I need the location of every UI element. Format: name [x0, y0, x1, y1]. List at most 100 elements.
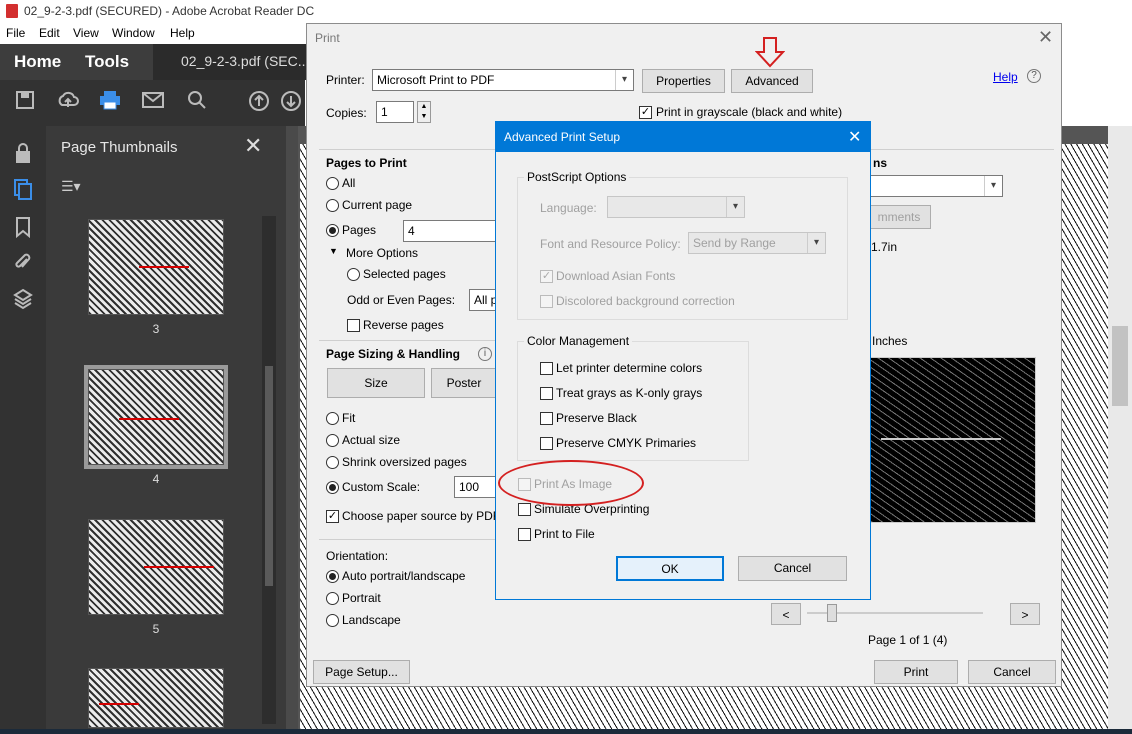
- close-icon[interactable]: ✕: [848, 127, 861, 147]
- email-icon[interactable]: [140, 90, 166, 116]
- let-printer-colors-checkbox[interactable]: [540, 362, 553, 375]
- language-select[interactable]: ▾: [607, 196, 745, 218]
- menu-view[interactable]: View: [73, 26, 99, 40]
- prev-page-icon[interactable]: [246, 90, 272, 116]
- save-icon[interactable]: [12, 90, 38, 116]
- radio-current-page[interactable]: [326, 199, 339, 212]
- printer-select[interactable]: Microsoft Print to PDF ▾: [372, 69, 634, 91]
- page-thumbnail-selected[interactable]: [84, 365, 228, 469]
- document-tab-label: 02_9-2-3.pdf (SEC...: [181, 53, 310, 69]
- thumbnails-scrollbar[interactable]: [262, 216, 276, 724]
- ok-button[interactable]: OK: [616, 556, 724, 581]
- preserve-cmyk-label: Preserve CMYK Primaries: [556, 436, 697, 450]
- left-rail: [0, 126, 46, 734]
- radio-actual-size[interactable]: [326, 434, 339, 447]
- page-thumbnail[interactable]: [88, 219, 224, 315]
- grayscale-checkbox[interactable]: ✓: [639, 106, 652, 119]
- info-icon[interactable]: i: [478, 347, 492, 361]
- page-setup-button[interactable]: Page Setup...: [313, 660, 410, 684]
- custom-scale-input[interactable]: 100: [454, 476, 498, 498]
- preserve-black-checkbox[interactable]: [540, 412, 553, 425]
- nav-home[interactable]: Home: [14, 52, 61, 72]
- radio-portrait[interactable]: [326, 592, 339, 605]
- pages-range-input[interactable]: 4: [403, 220, 498, 242]
- nav-tools[interactable]: Tools: [85, 52, 129, 72]
- preview-slider-thumb[interactable]: [827, 604, 837, 622]
- menu-help[interactable]: Help: [170, 26, 195, 40]
- next-page-icon[interactable]: [278, 90, 304, 116]
- page-thumbnail[interactable]: [88, 668, 224, 728]
- preview-prev-button[interactable]: <: [771, 603, 801, 625]
- print-icon[interactable]: [97, 90, 123, 116]
- bookmark-icon[interactable]: [9, 216, 37, 244]
- cancel-button[interactable]: Cancel: [968, 660, 1056, 684]
- radio-custom-scale[interactable]: [326, 481, 339, 494]
- close-icon[interactable]: ✕: [244, 133, 262, 159]
- close-icon[interactable]: ✕: [1038, 27, 1053, 48]
- menu-file[interactable]: File: [6, 26, 25, 40]
- document-scrollbar[interactable]: [1108, 126, 1132, 734]
- chevron-down-icon: ▾: [807, 233, 825, 253]
- radio-shrink[interactable]: [326, 456, 339, 469]
- radio-landscape[interactable]: [326, 614, 339, 627]
- page-counter: Page 1 of 1 (4): [868, 633, 948, 647]
- postscript-options-header: PostScript Options: [524, 170, 630, 184]
- discolored-background-checkbox[interactable]: [540, 295, 553, 308]
- attachment-icon[interactable]: [9, 251, 37, 279]
- poster-button[interactable]: Poster: [431, 368, 497, 398]
- reverse-pages-label: Reverse pages: [363, 318, 444, 332]
- paper-source-checkbox[interactable]: ✓: [326, 510, 339, 523]
- cancel-button[interactable]: Cancel: [738, 556, 847, 581]
- radio-fit[interactable]: [326, 412, 339, 425]
- advanced-button[interactable]: Advanced: [731, 69, 813, 93]
- download-asian-fonts-label: Download Asian Fonts: [556, 269, 676, 283]
- advanced-print-setup-dialog: Advanced Print Setup ✕ PostScript Option…: [495, 121, 871, 600]
- taskbar-strip: [0, 729, 1132, 734]
- copies-stepper[interactable]: ▲ ▼: [417, 101, 431, 123]
- summarize-comments-button[interactable]: mments: [867, 205, 931, 229]
- search-icon[interactable]: [184, 90, 210, 116]
- radio-auto-orientation-label: Auto portrait/landscape: [342, 569, 466, 583]
- treat-grays-label: Treat grays as K-only grays: [556, 386, 703, 400]
- radio-auto-orientation[interactable]: [326, 570, 339, 583]
- treat-grays-checkbox[interactable]: [540, 387, 553, 400]
- comments-forms-select[interactable]: ▾: [867, 175, 1003, 197]
- lock-icon[interactable]: [9, 142, 37, 170]
- print-button[interactable]: Print: [874, 660, 958, 684]
- page-thumbnail[interactable]: [88, 519, 224, 615]
- page-thumbnails-icon[interactable]: [9, 178, 37, 206]
- app-title: 02_9-2-3.pdf (SECURED) - Adobe Acrobat R…: [24, 4, 315, 18]
- print-to-file-checkbox[interactable]: [518, 528, 531, 541]
- more-options-toggle[interactable]: More Options: [346, 246, 418, 260]
- app-titlebar: 02_9-2-3.pdf (SECURED) - Adobe Acrobat R…: [0, 0, 1132, 22]
- printer-label: Printer:: [326, 73, 365, 87]
- radio-pages[interactable]: [326, 224, 339, 237]
- simulate-overprinting-checkbox[interactable]: [518, 503, 531, 516]
- preserve-cmyk-checkbox[interactable]: [540, 437, 553, 450]
- layers-icon[interactable]: [9, 288, 37, 316]
- thumbnails-panel: Page Thumbnails ✕ ☰▾ 3 4 5: [46, 126, 286, 734]
- thumbnail-options-icon[interactable]: ☰▾: [61, 178, 81, 195]
- annotation-ellipse: [498, 460, 644, 506]
- help-icon[interactable]: ?: [1027, 69, 1041, 83]
- panel-splitter[interactable]: [286, 126, 298, 734]
- download-asian-fonts-checkbox[interactable]: ✓: [540, 270, 553, 283]
- font-policy-select[interactable]: Send by Range ▾: [688, 232, 826, 254]
- size-button[interactable]: Size: [327, 368, 425, 398]
- preview-next-button[interactable]: >: [1010, 603, 1040, 625]
- menu-window[interactable]: Window: [112, 26, 155, 40]
- menu-edit[interactable]: Edit: [39, 26, 60, 40]
- let-printer-colors-label: Let printer determine colors: [556, 361, 703, 375]
- triangle-down-icon[interactable]: ▼: [329, 246, 338, 256]
- reverse-pages-checkbox[interactable]: [347, 319, 360, 332]
- print-preview: [870, 357, 1036, 523]
- radio-all-label: All: [342, 176, 356, 190]
- copies-input[interactable]: 1: [376, 101, 414, 123]
- upload-cloud-icon[interactable]: [55, 90, 81, 116]
- radio-all[interactable]: [326, 177, 339, 190]
- radio-selected-pages[interactable]: [347, 268, 360, 281]
- radio-custom-scale-label: Custom Scale:: [342, 480, 421, 494]
- help-link[interactable]: Help: [993, 70, 1018, 84]
- properties-button[interactable]: Properties: [642, 69, 725, 93]
- document-tab[interactable]: 02_9-2-3.pdf (SEC...: [153, 44, 313, 80]
